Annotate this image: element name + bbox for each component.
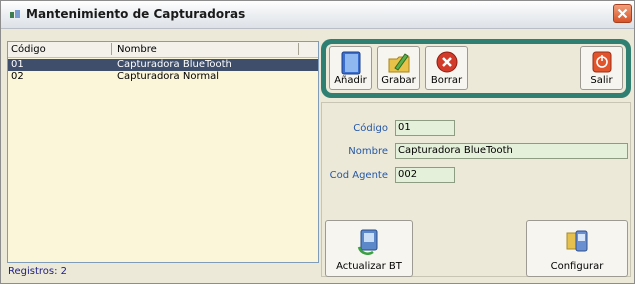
- notebook-icon: [341, 51, 360, 75]
- capturadoras-window: Mantenimiento de Capturadoras Código Nom…: [0, 0, 635, 284]
- title-bar[interactable]: Mantenimiento de Capturadoras: [1, 1, 634, 29]
- nombre-label: Nombre: [348, 146, 388, 157]
- settings-device-icon: [566, 230, 588, 252]
- list-header: Código Nombre: [8, 42, 318, 58]
- list-row[interactable]: 02 Capturadora Normal: [8, 71, 318, 83]
- record-count: Registros: 2: [8, 266, 68, 277]
- toolbar: Añadir Grabar Borrar Salir: [321, 39, 631, 98]
- delete-icon: [436, 51, 457, 73]
- save-button[interactable]: Grabar: [377, 46, 420, 90]
- codigo-field[interactable]: 01: [395, 120, 455, 136]
- row-nombre: Capturadora Normal: [117, 71, 220, 82]
- delete-label: Borrar: [430, 75, 463, 86]
- window-title: Mantenimiento de Capturadoras: [26, 7, 246, 21]
- app-icon: [10, 10, 20, 18]
- close-icon: [617, 8, 628, 19]
- row-codigo: 02: [11, 71, 24, 82]
- update-bt-label: Actualizar BT: [336, 261, 402, 272]
- codigo-label: Código: [353, 123, 388, 134]
- row-nombre: Capturadora BlueTooth: [117, 59, 232, 70]
- exit-button[interactable]: Salir: [580, 46, 623, 90]
- agente-label: Cod Agente: [329, 170, 388, 181]
- configure-button[interactable]: Configurar: [526, 220, 628, 277]
- nombre-field[interactable]: Capturadora BlueTooth: [395, 143, 628, 159]
- sync-device-icon: [357, 229, 378, 255]
- add-label: Añadir: [334, 75, 367, 86]
- delete-button[interactable]: Borrar: [425, 46, 468, 90]
- column-header-codigo[interactable]: Código: [11, 43, 46, 56]
- capturadoras-list[interactable]: Código Nombre 01 Capturadora BlueTooth 0…: [7, 41, 319, 263]
- agente-field[interactable]: 002: [395, 167, 455, 183]
- edit-folder-icon: [388, 53, 409, 73]
- configure-label: Configurar: [550, 261, 604, 272]
- exit-label: Salir: [590, 75, 613, 86]
- row-codigo: 01: [11, 59, 24, 70]
- column-header-nombre[interactable]: Nombre: [117, 43, 157, 56]
- add-button[interactable]: Añadir: [329, 46, 372, 90]
- update-bt-button[interactable]: Actualizar BT: [325, 220, 413, 277]
- list-row[interactable]: 01 Capturadora BlueTooth: [8, 59, 318, 71]
- power-icon: [592, 51, 611, 73]
- save-label: Grabar: [381, 75, 416, 86]
- close-button[interactable]: [613, 4, 632, 23]
